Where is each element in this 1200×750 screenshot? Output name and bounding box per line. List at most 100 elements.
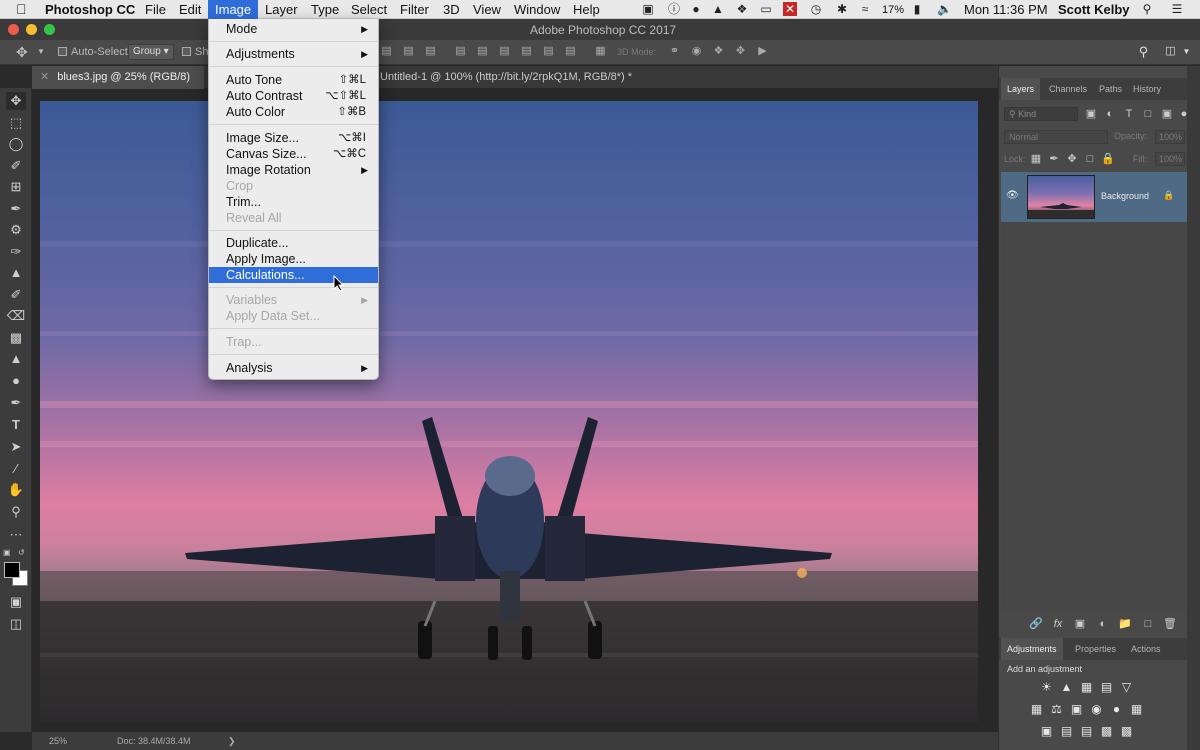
workspace-icon[interactable]: ◫ — [1164, 45, 1177, 58]
auto-align-icon[interactable]: ▦ — [594, 45, 607, 58]
close-tab-icon[interactable]: ✕ — [40, 71, 49, 83]
menu-item-image-rotation[interactable]: Image Rotation ▶ — [209, 162, 378, 178]
menu-filter[interactable]: Filter — [400, 2, 429, 19]
filter-shape-icon[interactable]: □ — [1141, 107, 1155, 121]
wifi-icon[interactable]: ≈ — [858, 2, 872, 16]
delete-layer-icon[interactable]: 🗑 — [1163, 617, 1177, 631]
menu-type[interactable]: Type — [311, 2, 339, 19]
color-balance-icon[interactable]: ⚖ — [1049, 702, 1064, 717]
screen-mode-icon[interactable]: ◫ — [6, 615, 26, 633]
menu-help[interactable]: Help — [573, 2, 600, 19]
filter-type-icon[interactable]: T — [1122, 107, 1136, 121]
vibrance-icon[interactable]: ▽ — [1119, 680, 1134, 695]
menu-3d[interactable]: 3D — [443, 2, 460, 19]
menu-item-auto-contrast[interactable]: Auto Contrast ⌥⇧⌘L — [209, 88, 378, 104]
distribute-right-icon[interactable]: ▤ — [564, 45, 577, 58]
invert-icon[interactable]: ▣ — [1039, 724, 1054, 739]
lasso-tool-icon[interactable]: ◯ — [6, 135, 26, 153]
default-colors-icon[interactable]: ▣ — [3, 548, 13, 558]
clone-stamp-tool-icon[interactable]: ▲ — [6, 264, 26, 282]
tab-properties[interactable]: Properties — [1069, 638, 1122, 660]
path-selection-tool-icon[interactable]: ➤ — [6, 438, 26, 456]
brush-tool-icon[interactable]: ✑ — [6, 243, 26, 261]
menu-item-image-size[interactable]: Image Size... ⌥⌘I — [209, 130, 378, 146]
canvas-area[interactable] — [32, 89, 998, 732]
lock-image-icon[interactable]: ✒ — [1047, 152, 1061, 166]
eyedropper-tool-icon[interactable]: ✒ — [6, 200, 26, 218]
3d-orbit-icon[interactable]: ⚭ — [668, 45, 681, 58]
color-lookup-icon[interactable]: ▦ — [1129, 702, 1144, 717]
eye-icon[interactable]: 👁 — [1006, 190, 1019, 201]
zoom-level[interactable]: 25% — [49, 732, 67, 750]
menu-item-auto-tone[interactable]: Auto Tone ⇧⌘L — [209, 72, 378, 88]
menu-item-duplicate[interactable]: Duplicate... — [209, 235, 378, 251]
pen-tool-icon[interactable]: ✒ — [6, 394, 26, 412]
blocked-icon[interactable]: ✕ — [783, 2, 797, 16]
canvas-photo[interactable] — [40, 101, 978, 723]
minimize-window-button[interactable] — [26, 24, 37, 35]
new-layer-icon[interactable]: □ — [1141, 617, 1155, 631]
distribute-left-icon[interactable]: ▤ — [520, 45, 533, 58]
gradient-map-icon[interactable]: ▩ — [1119, 724, 1134, 739]
menu-item-mode[interactable]: Mode ▶ — [209, 21, 378, 37]
lock-all-icon[interactable]: 🔒 — [1101, 152, 1115, 166]
zoom-window-button[interactable] — [44, 24, 55, 35]
auto-select-dropdown[interactable]: Group ▾ — [128, 44, 174, 60]
battery-icon[interactable]: ▮ — [907, 2, 927, 16]
airplay-icon[interactable]: ▭ — [759, 2, 773, 16]
dropbox-icon[interactable]: ❖ — [735, 2, 749, 16]
type-tool-icon[interactable]: T — [6, 416, 26, 434]
menubar-user[interactable]: Scott Kelby — [1058, 2, 1130, 19]
eraser-tool-icon[interactable]: ⌫ — [6, 307, 26, 325]
close-window-button[interactable] — [8, 24, 19, 35]
menu-select[interactable]: Select — [351, 2, 387, 19]
menu-file[interactable]: File — [145, 2, 166, 19]
menu-item-apply-image[interactable]: Apply Image... — [209, 251, 378, 267]
panel-dock-scrollbar[interactable] — [1187, 66, 1200, 750]
camera-icon[interactable]: ▣ — [641, 2, 655, 16]
menu-item-adjustments[interactable]: Adjustments ▶ — [209, 46, 378, 62]
spotlight-search-icon[interactable]: ⚲ — [1140, 2, 1154, 16]
align-hcenter-icon[interactable]: ▤ — [402, 45, 415, 58]
3d-slide-icon[interactable]: ✥ — [734, 45, 747, 58]
blend-mode-dropdown[interactable]: Normal — [1004, 130, 1108, 144]
exposure-icon[interactable]: ▤ — [1099, 680, 1114, 695]
link-layers-icon[interactable]: 🔗 — [1029, 617, 1043, 631]
volume-icon[interactable]: 🔈 — [937, 2, 952, 16]
black-white-icon[interactable]: ▣ — [1069, 702, 1084, 717]
move-tool-preset-icon[interactable]: ✥ — [16, 44, 28, 60]
filter-adjustment-icon[interactable]: ◐ — [1103, 107, 1117, 121]
photo-filter-icon[interactable]: ◉ — [1089, 702, 1104, 717]
menu-window[interactable]: Window — [514, 2, 560, 19]
tab-actions[interactable]: Actions — [1125, 638, 1167, 660]
tab-adjustments[interactable]: Adjustments — [1001, 638, 1063, 660]
info-icon[interactable]: ⓘ — [667, 2, 681, 16]
layer-lock-icon[interactable]: 🔒 — [1163, 190, 1174, 201]
workspace-chevron-icon[interactable]: ▼ — [1180, 45, 1193, 58]
menubar-clock[interactable]: Mon 11:36 PM — [964, 2, 1048, 19]
healing-brush-tool-icon[interactable]: ⚙ — [6, 221, 26, 239]
app-menu[interactable]: Photoshop CC — [45, 2, 135, 19]
tab-history[interactable]: History — [1127, 78, 1167, 100]
auto-select-checkbox[interactable] — [58, 47, 67, 56]
tab-layers[interactable]: Layers — [1001, 78, 1041, 100]
new-adjustment-layer-icon[interactable]: ◐ — [1096, 617, 1110, 631]
layer-kind-filter[interactable]: ⚲ Kind — [1004, 107, 1078, 121]
move-tool-icon[interactable]: ✥ — [6, 92, 26, 110]
menu-item-auto-color[interactable]: Auto Color ⇧⌘B — [209, 104, 378, 120]
filter-smart-object-icon[interactable]: ▣ — [1160, 107, 1174, 121]
gradient-tool-icon[interactable]: ▩ — [6, 329, 26, 347]
posterize-icon[interactable]: ▤ — [1059, 724, 1074, 739]
3d-roll-icon[interactable]: ◉ — [690, 45, 703, 58]
bluetooth-icon[interactable]: ✱ — [835, 2, 849, 16]
marquee-tool-icon[interactable]: ⬚ — [6, 114, 26, 132]
notification-center-icon[interactable]: ☰ — [1170, 2, 1184, 16]
hue-saturation-icon[interactable]: ▦ — [1029, 702, 1044, 717]
tab-untitled-1[interactable]: Untitled-1 @ 100% (http://bit.ly/2rpkQ1M… — [372, 66, 692, 89]
chevron-down-icon[interactable]: ▼ — [37, 44, 45, 60]
time-machine-icon[interactable]: ◷ — [809, 2, 823, 16]
quick-mask-icon[interactable]: ▣ — [6, 593, 26, 611]
doc-info-chevron-icon[interactable]: ❯ — [228, 732, 236, 750]
levels-icon[interactable]: ▲ — [1059, 680, 1074, 695]
brightness-contrast-icon[interactable]: ☀ — [1039, 680, 1054, 695]
